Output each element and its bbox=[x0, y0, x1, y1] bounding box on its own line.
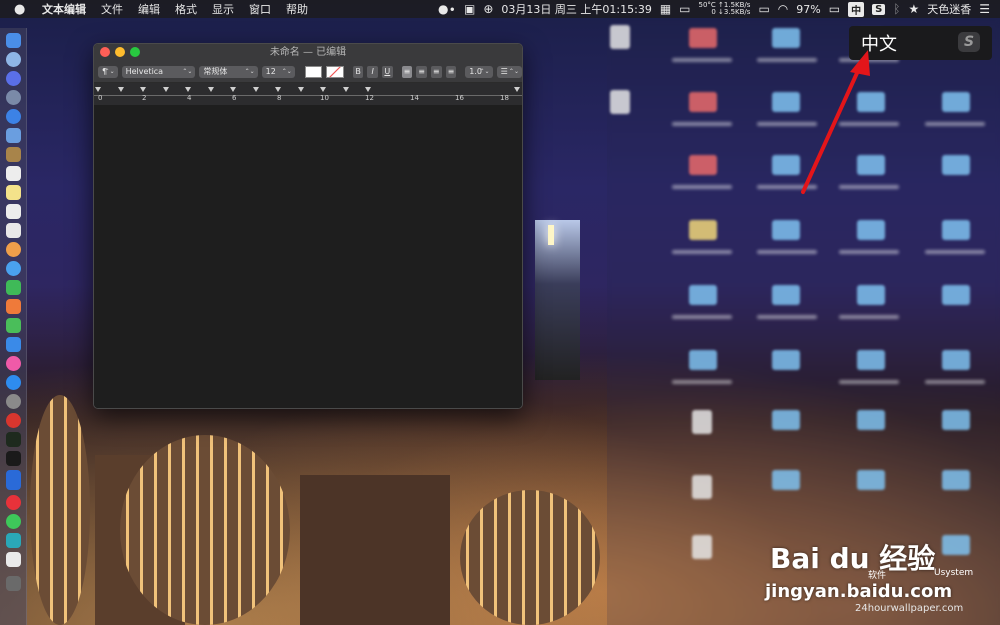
baidu-watermark: Bai du 经验 bbox=[770, 542, 936, 575]
annotation-arrow bbox=[801, 50, 870, 194]
desktop-label-usystem[interactable]: Usystem bbox=[934, 568, 973, 578]
baidu-url-watermark: jingyan.baidu.com bbox=[765, 581, 953, 602]
wallpaper-watermark: 24hourwallpaper.com bbox=[855, 603, 964, 614]
